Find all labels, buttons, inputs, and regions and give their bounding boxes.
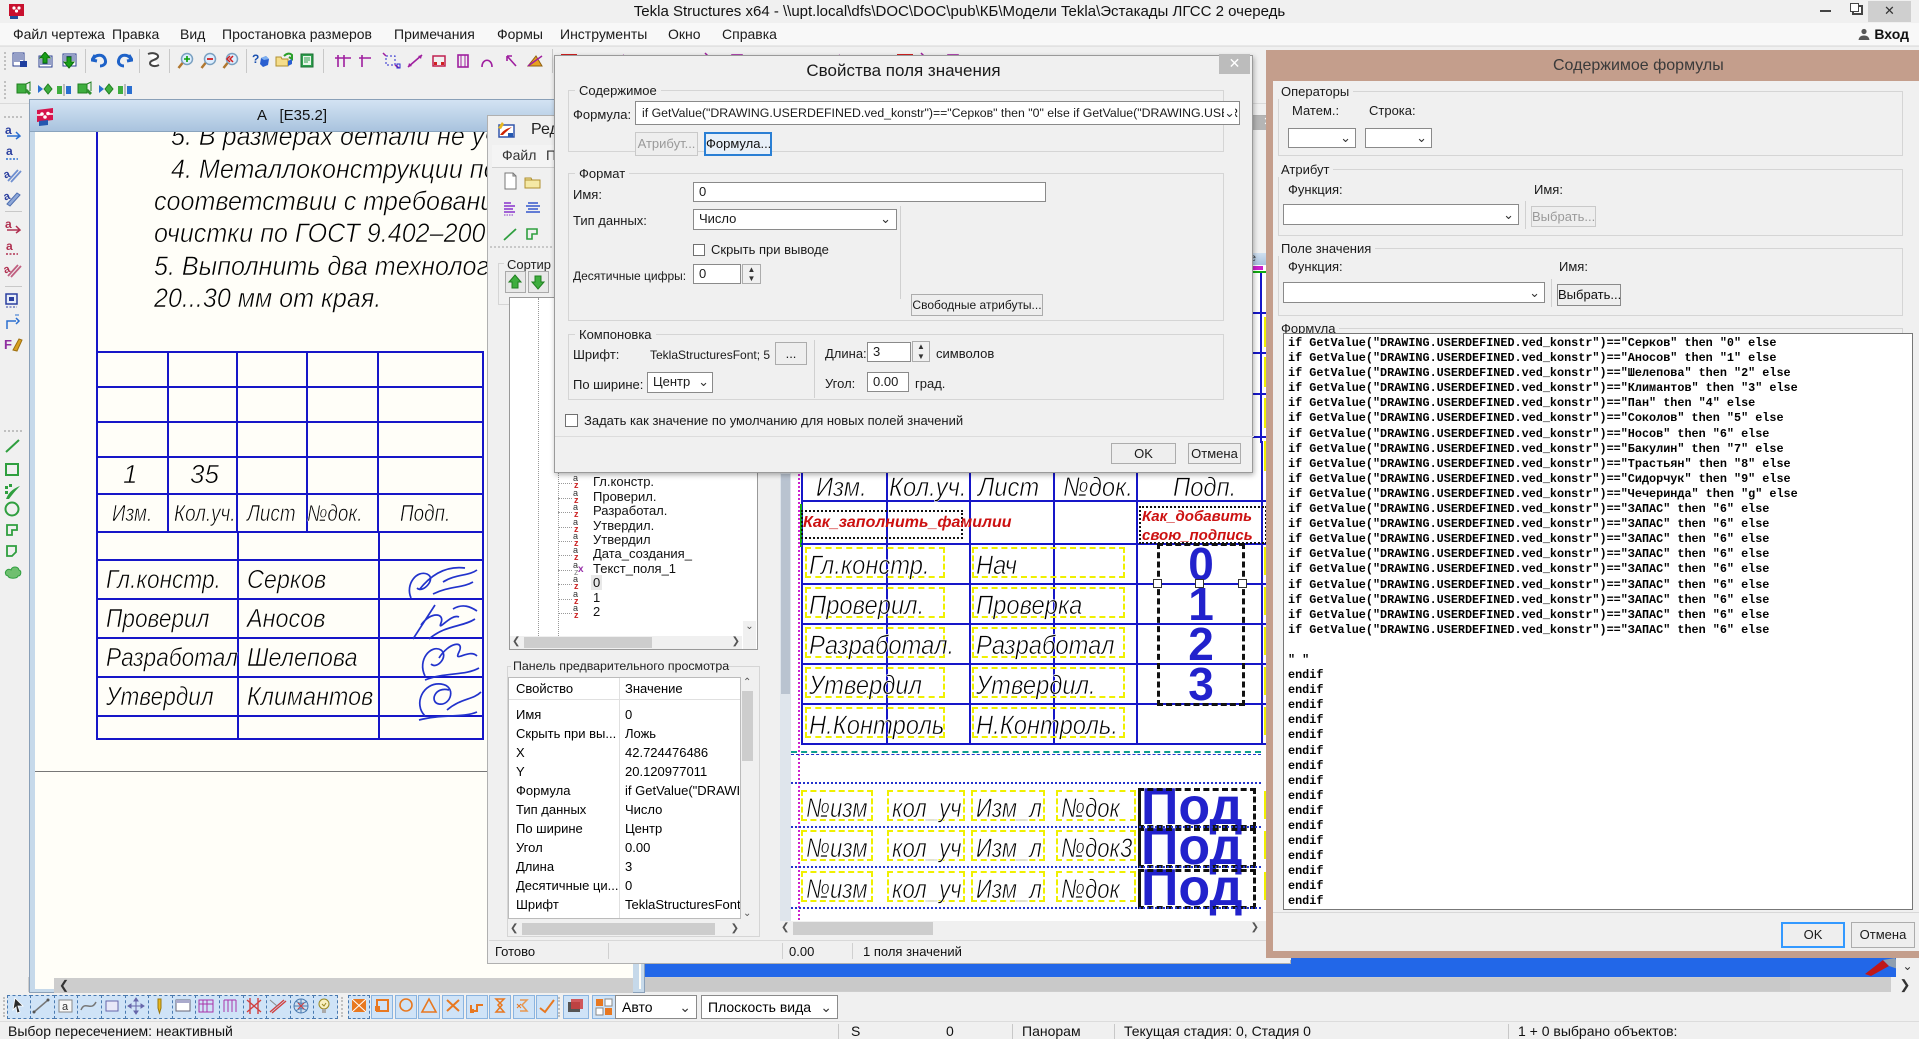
svg-text:a: a (6, 144, 13, 158)
svg-text:a: a (6, 239, 13, 253)
svg-text:?: ? (252, 52, 259, 66)
svg-text:z: z (574, 610, 579, 618)
svg-text:a: a (3, 263, 13, 277)
svg-text:a: a (5, 217, 12, 231)
svg-text:z: z (574, 596, 579, 604)
svg-text:x: x (578, 564, 584, 575)
svg-text:z: z (574, 538, 579, 546)
svg-text:z: z (574, 581, 579, 589)
svg-text:z: z (574, 552, 579, 560)
svg-text:z: z (574, 524, 579, 532)
svg-text:F: F (4, 337, 12, 352)
svg-text:z: z (574, 480, 579, 488)
svg-text:z: z (574, 509, 579, 517)
svg-text:z: z (574, 495, 579, 503)
svg-text:a: a (5, 123, 12, 137)
svg-text:a: a (62, 1001, 69, 1013)
svg-text:a: a (3, 168, 13, 182)
